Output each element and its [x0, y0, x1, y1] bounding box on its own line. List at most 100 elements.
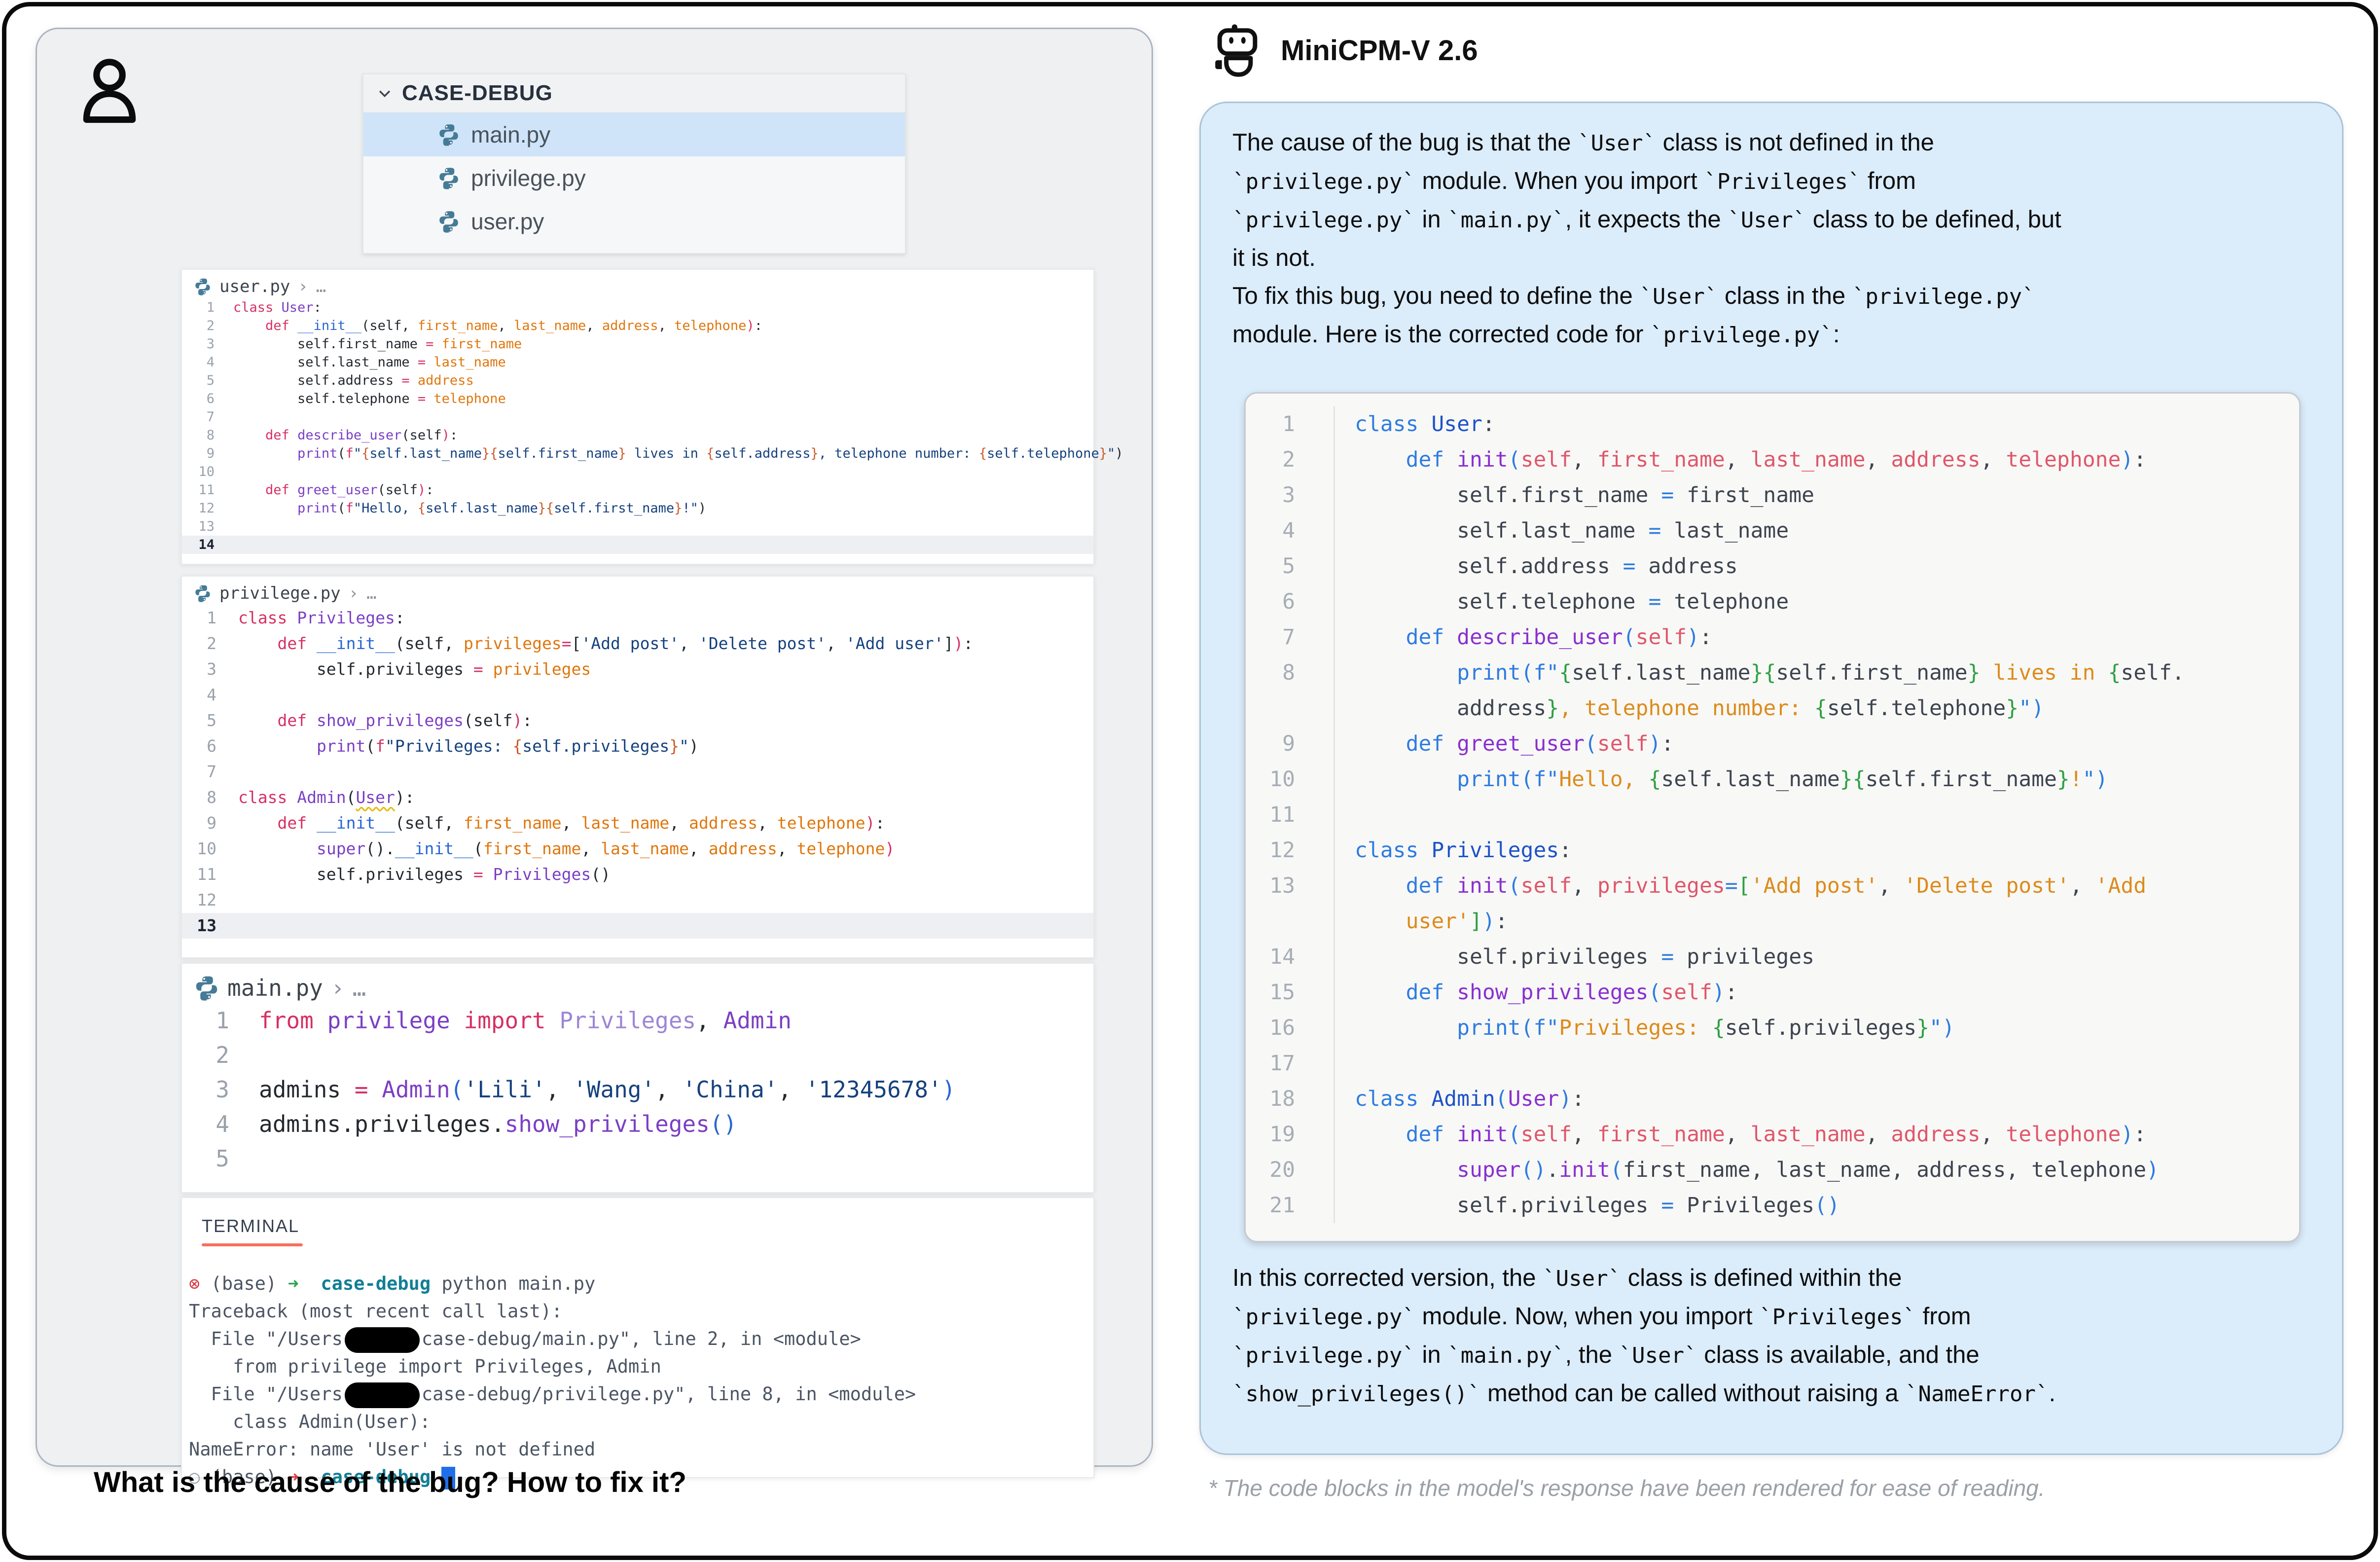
file-row-user-py[interactable]: user.py: [363, 200, 905, 243]
code-token: :: [875, 813, 885, 833]
code-token: }: [674, 501, 682, 516]
file-name: main.py: [471, 121, 550, 148]
code-token: :: [395, 608, 405, 627]
editor-user-py[interactable]: user.py›…1class User:2 def __init__(self…: [181, 269, 1094, 565]
code-token: __init__: [297, 318, 361, 333]
response-code-block[interactable]: 1class User:2 def init(self, first_name,…: [1244, 392, 2301, 1242]
gutter-divider: [1334, 477, 1335, 513]
editor-tab[interactable]: privilege.py›…: [182, 577, 1093, 605]
code-token: (: [1648, 980, 1661, 1005]
code-token: {: [418, 501, 426, 516]
code-content: self.privileges = Privileges(): [238, 862, 611, 887]
code-token: self.first_name: [498, 446, 618, 461]
code-line: 16 print(f"Privileges: {self.privileges}…: [1246, 1010, 2299, 1046]
code-token: :: [1572, 1087, 1585, 1111]
code-token: (self,: [361, 318, 418, 333]
code-token: [: [1738, 873, 1751, 898]
code-token: greet_user: [297, 482, 378, 498]
code-content: super().init(first_name, last_name, addr…: [1355, 1152, 2159, 1188]
code-token: Admin: [723, 1007, 792, 1034]
code-token: {: [1814, 696, 1827, 721]
code-token: !": [682, 501, 698, 516]
code-token: f: [346, 446, 354, 461]
code-token: def: [1406, 625, 1444, 650]
code-token: self.last_name: [233, 355, 418, 370]
explorer-header[interactable]: CASE-DEBUG: [363, 74, 905, 113]
line-number: 12: [182, 887, 238, 913]
code-token: privileges: [1597, 873, 1725, 898]
code-token: }: [669, 736, 679, 756]
code-token: :: [1661, 731, 1674, 756]
code-token: def: [1406, 980, 1444, 1005]
breadcrumb-more: …: [316, 277, 326, 296]
code-token: [1355, 767, 1457, 792]
code-token: [289, 428, 297, 443]
terminal-tab-label[interactable]: TERMINAL: [202, 1216, 1093, 1236]
terminal-panel[interactable]: TERMINAL ⊗ (base) ➜ case-debug python ma…: [181, 1197, 1094, 1478]
code-token: describe_user: [1457, 625, 1623, 650]
code-token: [1444, 625, 1457, 650]
file-row-privilege-py[interactable]: privilege.py: [363, 156, 905, 200]
inline-code: `NameError`: [1905, 1381, 2049, 1407]
code-token: class: [238, 608, 287, 627]
inline-code: `User`: [1578, 131, 1656, 156]
editor-main-py[interactable]: main.py›…1from privilege import Privileg…: [181, 963, 1094, 1193]
response-intro-paragraph: The cause of the bug is that the `User` …: [1232, 124, 2317, 354]
code-line: 14 self.privileges = privileges: [1246, 939, 2299, 975]
code-token: self.first_name: [233, 336, 426, 352]
code-token: self: [1597, 731, 1649, 756]
code-token: telephone: [1661, 589, 1789, 614]
code-token: [233, 482, 265, 498]
code-token: f: [346, 501, 354, 516]
code-token: __init__: [395, 839, 473, 858]
code-token: , telephone number:: [1559, 696, 1814, 721]
code-token: [233, 428, 265, 443]
code-content: self.privileges = Privileges(): [1355, 1188, 1840, 1223]
code-token: Admin: [297, 788, 346, 807]
breadcrumb-more: …: [366, 583, 376, 603]
code-content: admins = Admin('Lili', 'Wang', 'China', …: [259, 1072, 956, 1107]
response-text: , the: [1565, 1342, 1619, 1368]
user-question: What is the cause of the bug? How to fix…: [94, 1466, 686, 1499]
editor-privilege-py[interactable]: privilege.py›…1class Privileges:2 def __…: [181, 576, 1094, 958]
code-content: self.telephone = telephone: [1355, 584, 1789, 619]
code-token: self: [1636, 625, 1687, 650]
code-token: :: [314, 300, 322, 315]
code-line: 3 self.privileges = privileges: [182, 656, 1093, 682]
code-token: }: [618, 446, 626, 461]
gutter-divider: [1334, 690, 1335, 726]
line-number: 21: [1246, 1188, 1334, 1223]
code-token: ,: [658, 318, 675, 333]
code-token: (self: [401, 428, 441, 443]
code-token: ): [865, 813, 875, 833]
file-row-main-py[interactable]: main.py: [363, 113, 905, 156]
code-token: from: [259, 1007, 314, 1034]
code-token: [483, 659, 493, 679]
code-line: 2: [182, 1038, 1093, 1072]
code-token: :: [450, 428, 458, 443]
python-icon: [194, 975, 219, 1001]
inline-code: `privilege.py`: [1650, 323, 1833, 348]
code-line: 8 print(f"{self.last_name}{self.first_na…: [1246, 655, 2299, 690]
line-number: 6: [1246, 584, 1334, 619]
code-token: __init__: [317, 813, 395, 833]
code-token: [1355, 873, 1406, 898]
code-token: self.last_name: [426, 501, 538, 516]
editor-tab[interactable]: user.py›…: [182, 270, 1093, 298]
code-token: [1355, 625, 1406, 650]
code-token: show_privileges: [505, 1111, 710, 1137]
line-number: 13: [182, 517, 233, 536]
code-token: address: [709, 839, 777, 858]
line-number: 13: [182, 913, 238, 939]
code-content: print(f"Hello, {self.last_name}{self.fir…: [233, 499, 706, 517]
terminal-line: ⊗ (base) ➜ case-debug python main.py: [189, 1270, 1093, 1298]
line-number: 8: [182, 785, 238, 810]
code-token: case-debug/main.py", line 2, in <module>: [422, 1328, 861, 1349]
code-content: def describe_user(self):: [233, 426, 458, 444]
editor-tab[interactable]: main.py›…: [182, 964, 1093, 1003]
breadcrumb-chevron-icon: ›: [298, 277, 308, 296]
code-line: 4 self.last_name = last_name: [182, 353, 1093, 371]
code-token: , telephone number:: [819, 446, 979, 461]
code-token: [1444, 980, 1457, 1005]
gutter-divider: [1334, 904, 1335, 939]
